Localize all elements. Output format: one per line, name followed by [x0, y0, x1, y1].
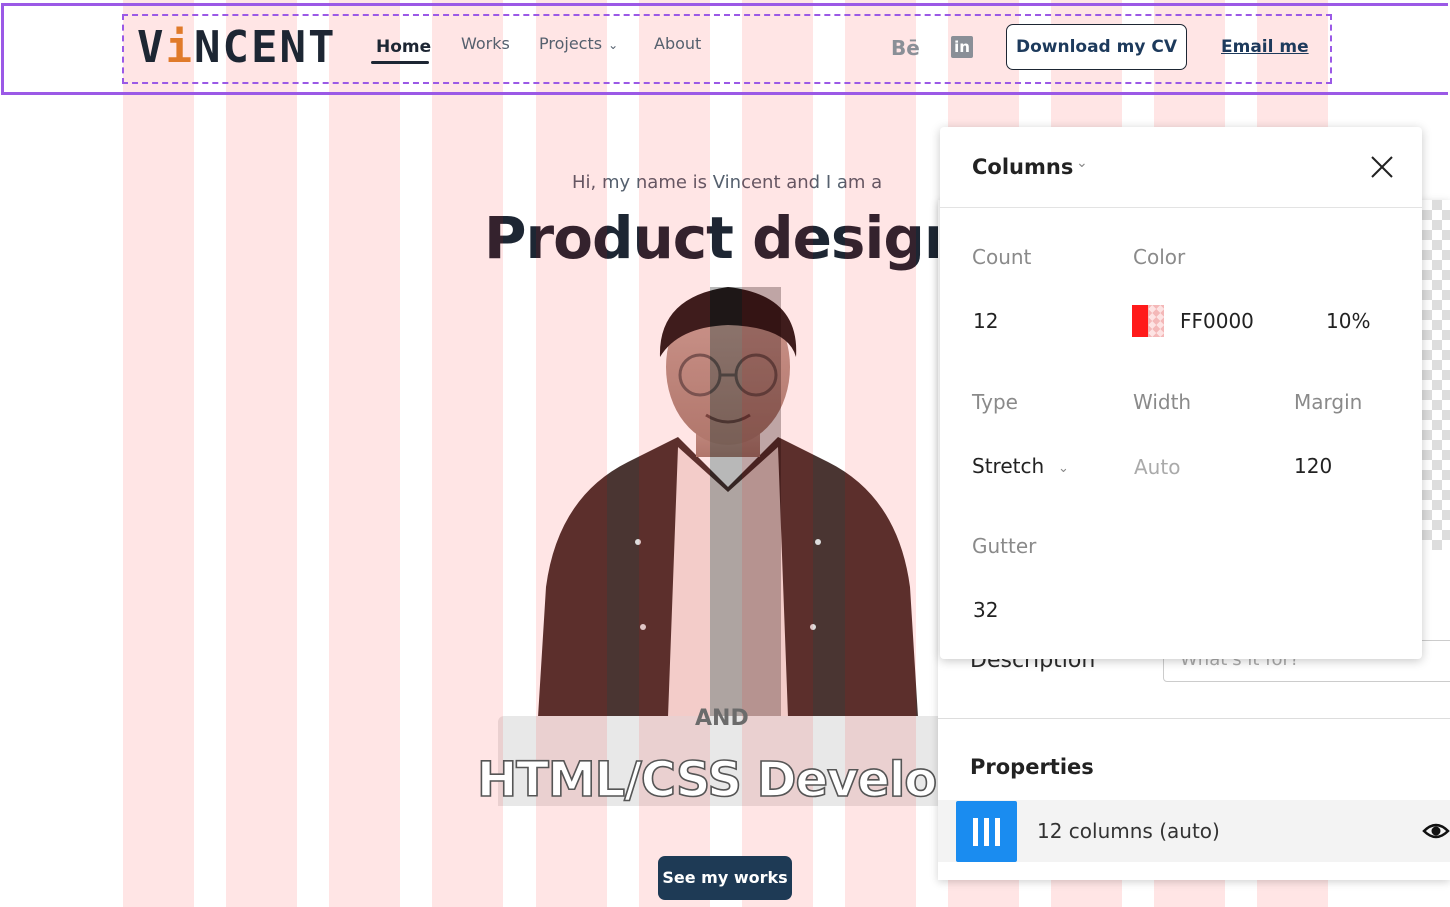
chevron-down-icon: ⌄: [608, 38, 619, 52]
nav-home[interactable]: Home: [376, 37, 431, 57]
linkedin-icon[interactable]: in: [951, 36, 973, 58]
download-cv-button[interactable]: Download my CV: [1006, 24, 1187, 70]
logo[interactable]: ViNCENT: [137, 22, 336, 74]
layout-grid-label: 12 columns (auto): [1037, 819, 1220, 843]
margin-input[interactable]: 120: [1294, 454, 1332, 478]
color-label: Color: [1133, 245, 1186, 269]
logo-prefix: V: [137, 22, 166, 73]
properties-title: Properties: [970, 755, 1094, 779]
logo-accent: i: [165, 22, 194, 73]
count-input[interactable]: 12: [973, 309, 998, 333]
grid-column: [329, 0, 400, 907]
email-me-link[interactable]: Email me: [1221, 37, 1309, 57]
nav-works[interactable]: Works: [461, 34, 510, 54]
column-grid-icon[interactable]: [956, 801, 1017, 862]
count-label: Count: [972, 245, 1032, 269]
hero-intro: Hi, my name is Vincent and I am a: [572, 172, 883, 193]
chevron-down-icon[interactable]: ⌄: [1058, 461, 1069, 476]
margin-label: Margin: [1294, 390, 1363, 414]
logo-suffix: NCENT: [194, 22, 337, 73]
popover-title[interactable]: Columns: [972, 155, 1073, 179]
grid-column: [123, 0, 194, 907]
color-swatch[interactable]: [1132, 305, 1164, 337]
eye-icon[interactable]: [1422, 820, 1450, 842]
nav-active-indicator: [371, 61, 429, 64]
nav-projects[interactable]: Projects ⌄: [539, 34, 618, 55]
gutter-label: Gutter: [972, 534, 1037, 558]
and-label: AND: [695, 706, 749, 731]
hero-title: Product designe: [484, 204, 1003, 272]
color-hex-input[interactable]: FF0000: [1180, 309, 1254, 333]
columns-popover: Columns ⌄ Count 12 Color FF0000 10% Type…: [940, 127, 1422, 659]
see-my-works-button[interactable]: See my works: [658, 856, 792, 900]
popover-divider: [940, 207, 1422, 208]
chevron-down-icon[interactable]: ⌄: [1076, 155, 1088, 171]
type-select[interactable]: Stretch: [972, 454, 1044, 478]
color-opacity-input[interactable]: 10%: [1326, 309, 1370, 333]
site-header: ViNCENT Home Works Projects ⌄ About Bē in…: [0, 0, 1450, 95]
close-icon[interactable]: [1368, 153, 1396, 181]
width-label: Width: [1133, 390, 1192, 414]
gutter-input[interactable]: 32: [973, 598, 998, 622]
portrait-photo: [538, 287, 918, 717]
behance-icon[interactable]: Bē: [891, 36, 920, 60]
panel-divider: [938, 718, 1450, 719]
transparency-checkerboard: [1422, 200, 1450, 550]
nav-about[interactable]: About: [654, 34, 701, 54]
nav-projects-label: Projects: [539, 34, 603, 53]
type-label: Type: [972, 390, 1018, 414]
grid-column: [226, 0, 297, 907]
width-input[interactable]: Auto: [1134, 455, 1180, 479]
hero-subtitle: HTML/CSS Develope: [476, 751, 1003, 809]
